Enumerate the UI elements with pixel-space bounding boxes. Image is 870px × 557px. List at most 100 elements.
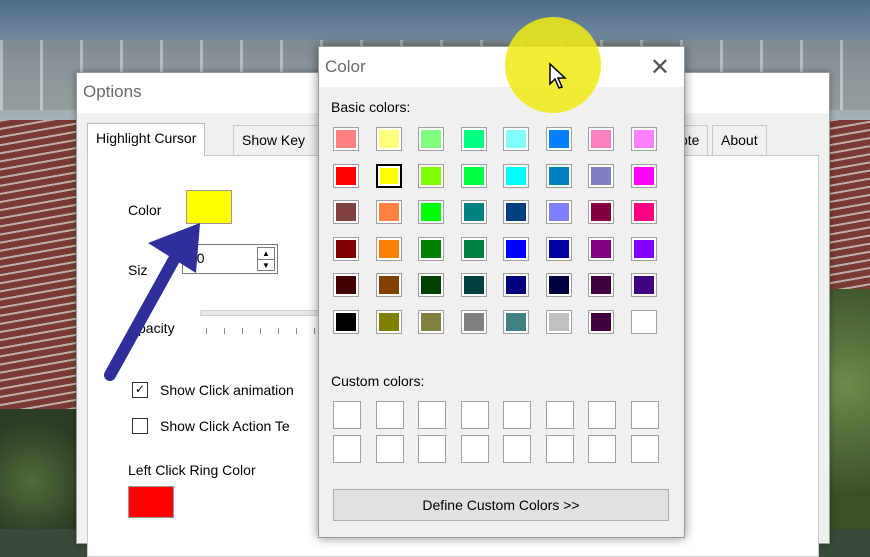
basic-color-swatch[interactable] <box>503 163 529 188</box>
basic-color-swatch[interactable] <box>333 273 359 298</box>
swatch-fill <box>591 276 611 295</box>
swatch-fill <box>336 313 356 331</box>
basic-color-swatch[interactable] <box>333 127 359 151</box>
basic-color-swatch[interactable] <box>418 236 444 261</box>
basic-color-swatch[interactable] <box>375 310 402 334</box>
swatch-fill <box>421 313 441 331</box>
color-dialog: Color ✕ Basic colors: Custom colors: Def… <box>318 46 685 538</box>
left-click-ring-color-swatch[interactable] <box>128 486 174 518</box>
spin-down-icon[interactable]: ▼ <box>258 260 274 271</box>
custom-color-swatch[interactable] <box>460 435 489 463</box>
swatch-fill <box>421 166 441 185</box>
basic-color-swatch[interactable] <box>333 310 359 334</box>
custom-color-swatch[interactable] <box>630 401 659 429</box>
custom-color-swatch[interactable] <box>375 401 404 429</box>
basic-color-swatch[interactable] <box>545 273 572 298</box>
basic-color-swatch[interactable] <box>460 163 487 188</box>
swatch-fill <box>548 166 569 185</box>
basic-color-swatch[interactable] <box>333 236 359 261</box>
basic-color-swatch[interactable] <box>630 310 657 334</box>
custom-color-swatch[interactable] <box>333 435 361 463</box>
basic-color-swatch[interactable] <box>333 163 359 188</box>
custom-colors-label: Custom colors: <box>331 373 425 389</box>
basic-color-swatch[interactable] <box>503 236 529 261</box>
swatch-fill <box>633 166 654 185</box>
custom-color-swatch[interactable] <box>503 435 531 463</box>
basic-color-swatch[interactable] <box>588 273 614 298</box>
show-click-action-label: Show Click Action Te <box>160 418 290 434</box>
basic-color-swatch[interactable] <box>545 310 572 334</box>
basic-color-swatch[interactable] <box>588 163 614 188</box>
basic-color-swatch[interactable] <box>333 200 359 225</box>
swatch-fill <box>548 276 569 295</box>
basic-color-swatch[interactable] <box>630 127 657 151</box>
custom-color-swatch[interactable] <box>375 435 404 463</box>
custom-color-swatch[interactable] <box>545 435 574 463</box>
custom-color-swatch[interactable] <box>418 435 446 463</box>
swatch-fill <box>506 166 526 185</box>
basic-color-swatch[interactable] <box>588 310 614 334</box>
swatch-fill <box>463 239 484 258</box>
swatch-fill <box>421 276 441 295</box>
basic-color-swatch[interactable] <box>460 310 487 334</box>
tab-highlight-cursor[interactable]: Highlight Cursor <box>87 123 206 156</box>
show-click-action-checkbox[interactable] <box>132 418 148 434</box>
basic-color-swatch[interactable] <box>460 236 487 261</box>
custom-color-swatch[interactable] <box>588 435 616 463</box>
basic-color-swatch[interactable] <box>375 236 402 261</box>
custom-color-swatch[interactable] <box>460 401 489 429</box>
basic-color-swatch[interactable] <box>630 200 657 225</box>
basic-color-swatch[interactable] <box>588 200 614 225</box>
basic-color-swatch[interactable] <box>375 273 402 298</box>
swatch-fill <box>548 239 569 258</box>
basic-color-swatch[interactable] <box>460 273 487 298</box>
basic-color-swatch[interactable] <box>460 127 487 151</box>
swatch-fill <box>463 276 484 295</box>
swatch-fill <box>633 239 654 258</box>
custom-color-swatch[interactable] <box>503 401 531 429</box>
basic-color-swatch[interactable] <box>630 236 657 261</box>
basic-color-swatch[interactable] <box>418 273 444 298</box>
basic-color-swatch[interactable] <box>460 200 487 225</box>
custom-color-swatch[interactable] <box>418 401 446 429</box>
spin-up-icon[interactable]: ▲ <box>258 248 274 260</box>
tab-show-keys[interactable]: Show Key <box>233 125 323 155</box>
basic-color-swatch[interactable] <box>375 127 402 151</box>
basic-color-swatch[interactable] <box>375 163 402 188</box>
basic-color-swatch[interactable] <box>588 127 614 151</box>
swatch-fill <box>548 130 569 148</box>
swatch-fill <box>336 203 356 222</box>
basic-color-swatch[interactable] <box>545 163 572 188</box>
basic-color-swatch[interactable] <box>418 127 444 151</box>
basic-color-swatch[interactable] <box>503 310 529 334</box>
swatch-fill <box>421 130 441 148</box>
custom-color-swatch[interactable] <box>588 401 616 429</box>
basic-color-swatch[interactable] <box>503 127 529 151</box>
custom-color-swatch[interactable] <box>545 401 574 429</box>
basic-color-swatch[interactable] <box>545 236 572 261</box>
basic-color-swatch[interactable] <box>630 163 657 188</box>
basic-color-swatch[interactable] <box>375 200 402 225</box>
swatch-fill <box>463 313 484 331</box>
basic-color-swatch[interactable] <box>588 236 614 261</box>
basic-color-swatch[interactable] <box>418 200 444 225</box>
annotation-arrow-icon <box>104 223 200 381</box>
custom-color-swatch[interactable] <box>333 401 361 429</box>
basic-color-swatch[interactable] <box>545 200 572 225</box>
basic-color-swatch[interactable] <box>503 273 529 298</box>
basic-color-swatch[interactable] <box>418 310 444 334</box>
swatch-fill <box>506 239 526 258</box>
define-custom-colors-button[interactable]: Define Custom Colors >> <box>333 489 669 521</box>
swatch-fill <box>378 130 399 148</box>
close-icon[interactable]: ✕ <box>650 53 670 82</box>
swatch-fill <box>506 130 526 148</box>
basic-color-swatch[interactable] <box>503 200 529 225</box>
basic-color-swatch[interactable] <box>630 273 657 298</box>
basic-color-swatch[interactable] <box>545 127 572 151</box>
custom-color-swatch[interactable] <box>630 435 659 463</box>
spinner-buttons[interactable]: ▲ ▼ <box>257 247 275 271</box>
swatch-fill <box>506 313 526 331</box>
basic-color-swatch[interactable] <box>418 163 444 188</box>
left-click-ring-color-label: Left Click Ring Color <box>128 462 256 478</box>
tab-about[interactable]: About <box>712 125 767 155</box>
